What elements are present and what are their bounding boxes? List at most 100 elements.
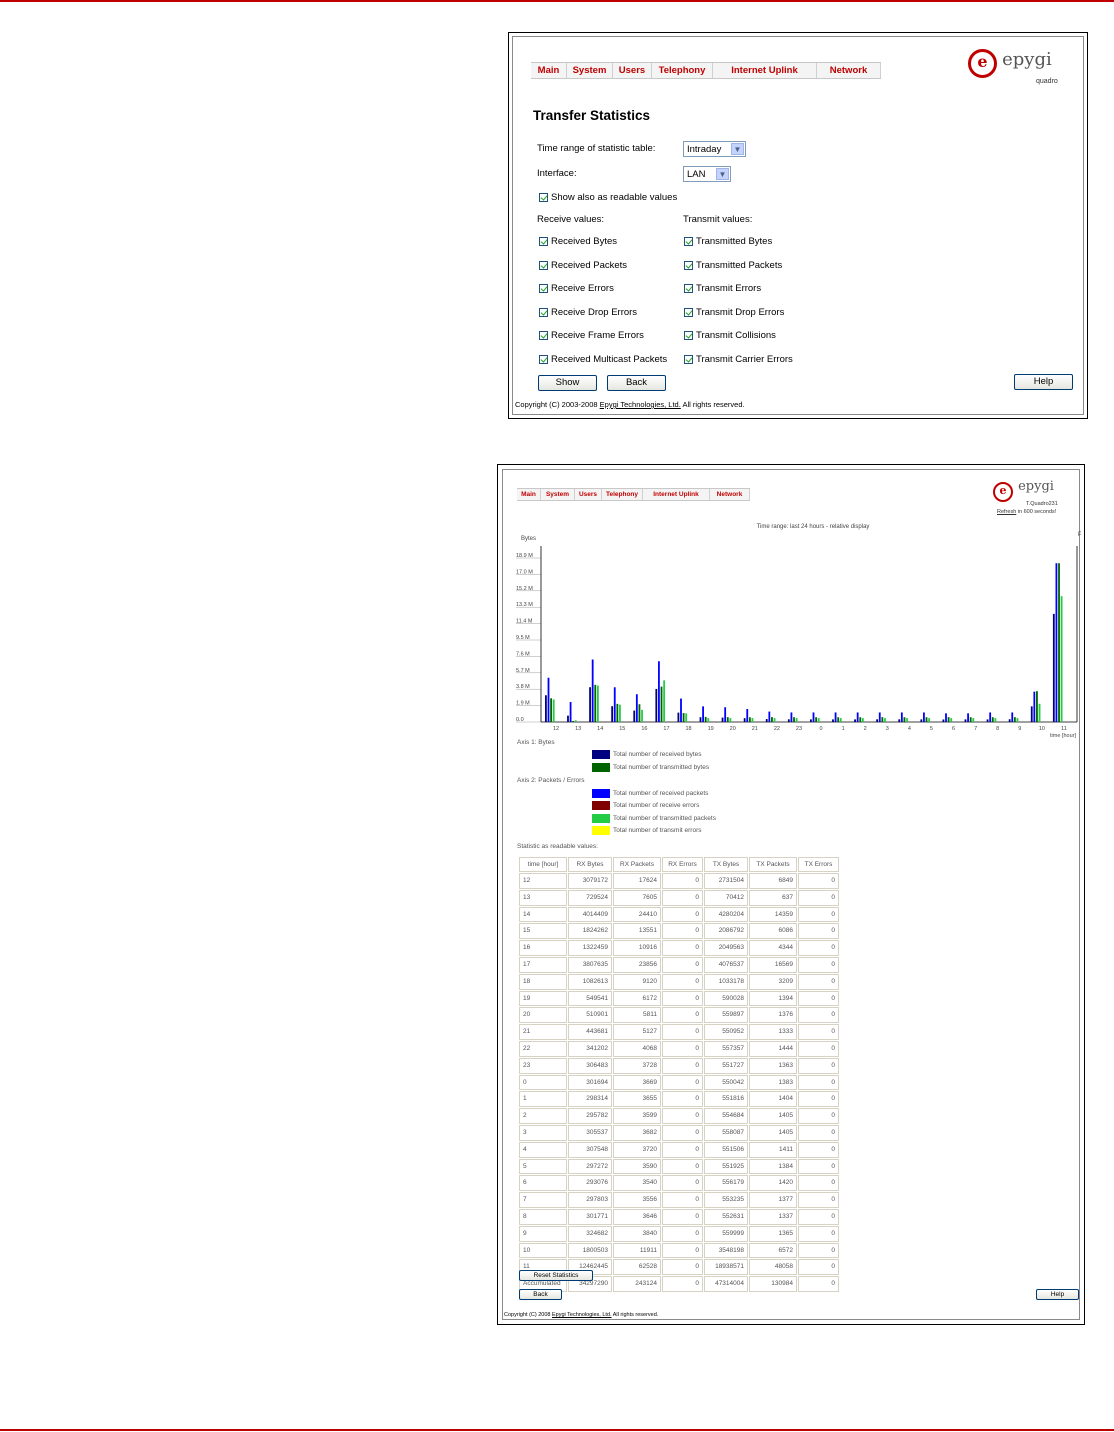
x-tick-label: 1	[842, 726, 845, 732]
checkbox-checked-icon[interactable]	[539, 331, 548, 341]
rx-checkbox-5[interactable]: Received Multicast Packets	[539, 354, 667, 365]
table-cell: 0	[798, 1124, 839, 1141]
copyright-link[interactable]: Epygi Technologies, Ltd.	[552, 1312, 612, 1318]
nav-item-internet-uplink[interactable]: Internet Uplink	[713, 63, 817, 78]
transfer-statistics-page: Main System Users Telephony Internet Uplink N…	[512, 36, 1084, 415]
tx-checkbox-3[interactable]: Transmit Drop Errors	[684, 307, 784, 318]
x-tick-label: 12	[553, 726, 559, 732]
table-cell: 19	[519, 990, 567, 1007]
x-tick-label: 4	[908, 726, 911, 732]
table-cell: 4	[519, 1141, 567, 1158]
legend-label: Total number of transmitted packets	[613, 815, 716, 822]
table-cell: 305537	[568, 1124, 612, 1141]
table-cell: 1404	[749, 1091, 797, 1108]
bar	[790, 712, 793, 722]
checkbox-checked-icon[interactable]	[539, 260, 548, 270]
table-row: 7 297803 3556 0 553235 1377 0	[519, 1192, 839, 1208]
legend-swatch	[592, 763, 610, 772]
bar	[898, 719, 901, 722]
rx-checkbox-4[interactable]: Receive Frame Errors	[539, 330, 644, 341]
table-cell: 0	[662, 1091, 703, 1108]
refresh-link[interactable]: Refresh	[997, 509, 1016, 515]
x-tick-label: 6	[952, 726, 955, 732]
bar	[567, 715, 569, 722]
tx-checkbox-5[interactable]: Transmit Carrier Errors	[684, 354, 793, 365]
time-range-select[interactable]: Intraday ▼	[683, 141, 746, 157]
help-button[interactable]: Help	[1014, 374, 1073, 390]
checkbox-checked-icon[interactable]	[684, 260, 693, 270]
show-readable-checkbox[interactable]: Show also as readable values	[539, 192, 677, 203]
checkbox-checked-icon[interactable]	[539, 307, 548, 317]
tx-checkbox-2[interactable]: Transmit Errors	[684, 283, 761, 294]
nav-item-users[interactable]: Users	[575, 489, 602, 500]
legend-item: Total number of received bytes	[592, 750, 702, 759]
checkbox-checked-icon[interactable]	[684, 237, 693, 246]
checkbox-checked-icon[interactable]	[539, 237, 548, 246]
table-cell: 23	[519, 1057, 567, 1074]
bar	[967, 713, 969, 722]
nav-item-network[interactable]: Network	[710, 489, 750, 500]
help-button[interactable]: Help	[1036, 1289, 1079, 1300]
column-header: TX Bytes	[704, 857, 748, 872]
table-cell: 15	[519, 923, 567, 940]
table-cell: 16	[519, 940, 567, 956]
nav-item-users[interactable]: Users	[613, 63, 652, 78]
table-cell: 297803	[568, 1192, 612, 1208]
nav-item-main[interactable]: Main	[531, 63, 567, 78]
checkbox-checked-icon[interactable]	[539, 193, 548, 202]
checkbox-checked-icon[interactable]	[539, 355, 548, 364]
checkbox-label: Transmit Drop Errors	[696, 306, 785, 318]
legend-axis1: Axis 1: Bytes	[517, 739, 555, 746]
bar	[1060, 596, 1063, 722]
back-button[interactable]: Back	[519, 1289, 562, 1300]
nav-item-internet-uplink[interactable]: Internet Uplink	[643, 489, 710, 500]
table-cell: 0	[662, 1074, 703, 1091]
checkbox-checked-icon[interactable]	[684, 331, 693, 341]
checkbox-label: Transmitted Bytes	[696, 236, 773, 247]
nav-item-network[interactable]: Network	[817, 63, 881, 78]
refresh-notice: Refresh in 600 seconds!	[997, 509, 1056, 515]
table-cell: 0	[662, 1276, 703, 1292]
checkbox-checked-icon[interactable]	[684, 284, 693, 294]
checkbox-checked-icon[interactable]	[684, 307, 693, 317]
nav-item-system[interactable]: System	[567, 63, 613, 78]
chevron-down-icon[interactable]: ▼	[731, 143, 744, 155]
table-cell: 1333	[749, 1024, 797, 1040]
checkbox-checked-icon[interactable]	[539, 284, 548, 294]
nav-item-telephony[interactable]: Telephony	[602, 489, 643, 500]
back-button[interactable]: Back	[607, 375, 666, 391]
table-cell: 6086	[749, 923, 797, 940]
tx-checkbox-1[interactable]: Transmitted Packets	[684, 260, 782, 271]
epygi-logo-icon: e	[968, 49, 997, 78]
rx-checkbox-1[interactable]: Received Packets	[539, 260, 627, 271]
nav-item-main[interactable]: Main	[517, 489, 541, 500]
logo-brand: epygi	[1018, 479, 1054, 494]
table-cell: 558087	[704, 1124, 748, 1141]
rx-checkbox-0[interactable]: Received Bytes	[539, 236, 617, 247]
bar	[928, 718, 931, 722]
checkbox-checked-icon[interactable]	[684, 355, 693, 364]
show-button[interactable]: Show	[538, 375, 597, 391]
x-tick-label: 3	[886, 726, 889, 732]
nav-item-telephony[interactable]: Telephony	[652, 63, 713, 78]
copyright-link[interactable]: Epygi Technologies, Ltd.	[600, 400, 681, 409]
table-cell: 3548198	[704, 1242, 748, 1259]
table-cell: 1394	[749, 990, 797, 1007]
bar	[765, 719, 768, 722]
nav-item-system[interactable]: System	[541, 489, 575, 500]
bar	[817, 718, 820, 722]
tx-checkbox-0[interactable]: Transmitted Bytes	[684, 236, 772, 247]
chevron-down-icon[interactable]: ▼	[716, 168, 729, 180]
table-cell: 62528	[613, 1259, 661, 1276]
reset-statistics-button[interactable]: Reset Statistics	[519, 1270, 593, 1281]
bar	[1038, 703, 1041, 722]
tx-checkbox-4[interactable]: Transmit Collisions	[684, 330, 776, 341]
rx-checkbox-2[interactable]: Receive Errors	[539, 283, 614, 294]
interface-select[interactable]: LAN ▼	[683, 166, 731, 182]
x-tick-label: 17	[663, 726, 669, 732]
x-tick-label: 20	[730, 726, 736, 732]
bar	[920, 719, 923, 722]
table-cell: 3646	[613, 1208, 661, 1225]
table-cell: 0	[662, 889, 703, 906]
rx-checkbox-3[interactable]: Receive Drop Errors	[539, 307, 637, 318]
